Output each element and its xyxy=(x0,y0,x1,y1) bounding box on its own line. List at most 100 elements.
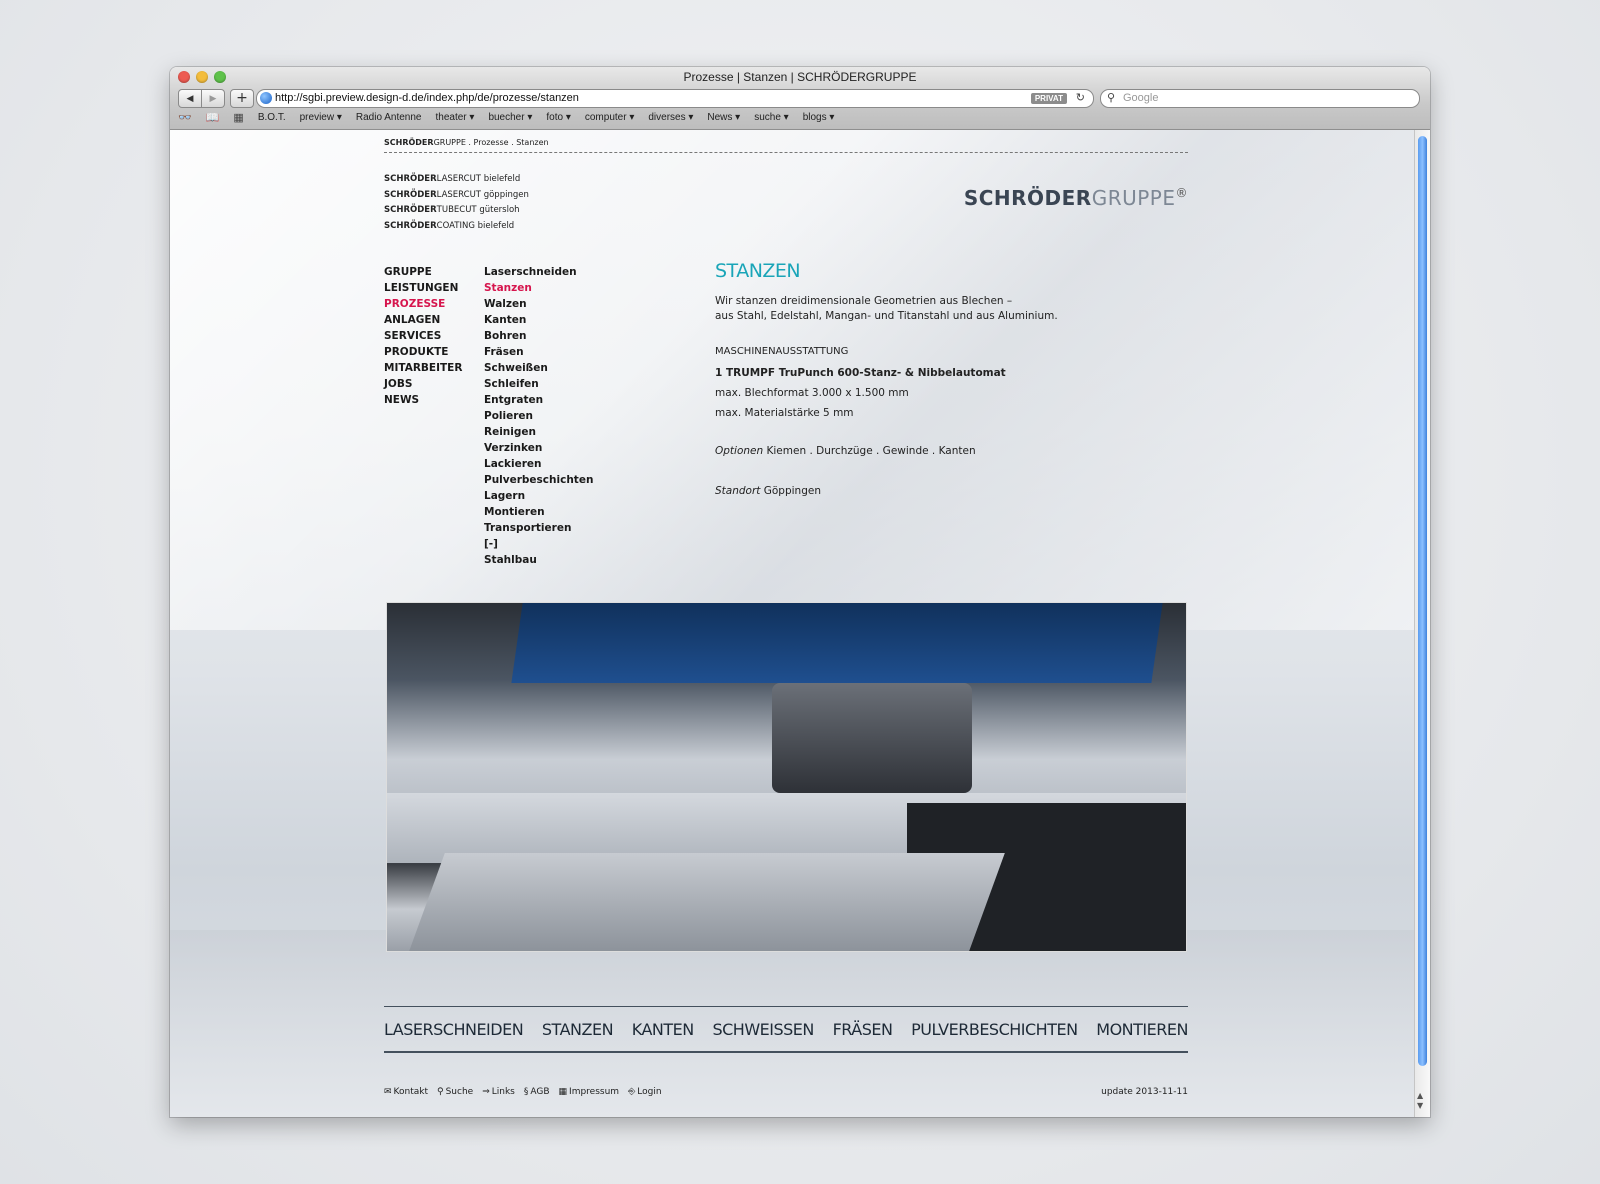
tab-montieren[interactable]: MONTIEREN xyxy=(1096,1020,1188,1039)
site-division: LASERCUT xyxy=(436,174,481,184)
logo-registered-mark: ® xyxy=(1175,186,1188,200)
footer-link-links[interactable]: ⇒ Links xyxy=(482,1087,515,1097)
site-link[interactable]: SCHRÖDERLASERCUT bielefeld xyxy=(384,172,529,188)
subnav-item-fraesen[interactable]: Fräsen xyxy=(484,344,593,360)
site-brand: SCHRÖDER xyxy=(384,205,437,215)
location-value: Göppingen xyxy=(760,485,821,497)
bookmark-item[interactable]: preview ▾ xyxy=(300,112,342,123)
tab-laserschneiden[interactable]: LASERSCHNEIDEN xyxy=(384,1020,524,1039)
footer-link-label: AGB xyxy=(530,1087,550,1097)
search-icon: ⚲ xyxy=(437,1087,444,1097)
subnav-item-lagern[interactable]: Lagern xyxy=(484,488,593,504)
nav-item-services[interactable]: SERVICES xyxy=(384,328,462,344)
tab-pulverbeschichten[interactable]: PULVERBESCHICHTEN xyxy=(911,1020,1078,1039)
top-sites-grid-icon[interactable]: ▦ xyxy=(233,111,243,124)
back-button[interactable]: ◀ xyxy=(178,89,202,108)
subnav-item-kanten[interactable]: Kanten xyxy=(484,312,593,328)
footer-link-label: Kontakt xyxy=(393,1087,428,1097)
bookmark-item[interactable]: blogs ▾ xyxy=(803,112,835,123)
bookmark-item[interactable]: computer ▾ xyxy=(585,112,634,123)
tab-stanzen[interactable]: STANZEN xyxy=(542,1020,614,1039)
footer-link-suche[interactable]: ⚲ Suche xyxy=(437,1087,473,1097)
login-icon: ⎆ xyxy=(628,1087,636,1097)
tab-kanten[interactable]: KANTEN xyxy=(632,1020,694,1039)
nav-item-jobs[interactable]: JOBS xyxy=(384,376,462,392)
subnav-item-walzen[interactable]: Walzen xyxy=(484,296,593,312)
search-field[interactable]: ⚲ Google xyxy=(1100,89,1420,108)
bookmarks-book-icon[interactable]: 📖 xyxy=(206,111,220,124)
site-city: bielefeld xyxy=(474,220,515,231)
photo-punch-head xyxy=(772,683,972,793)
address-bar[interactable]: http://sgbi.preview.design-d.de/index.ph… xyxy=(256,89,1094,108)
subnav-item-stahlbau[interactable]: Stahlbau xyxy=(484,552,593,568)
subnav-item-lackieren[interactable]: Lackieren xyxy=(484,456,593,472)
bookmark-item[interactable]: foto ▾ xyxy=(546,112,570,123)
equipment-heading: MASCHINENAUSSTATTUNG xyxy=(715,346,849,357)
footer-link-agb[interactable]: § AGB xyxy=(524,1087,550,1097)
footer-link-label: Login xyxy=(637,1087,662,1097)
scroll-arrows-icon[interactable]: ▲ ▼ xyxy=(1417,1091,1423,1111)
site-link[interactable]: SCHRÖDERLASERCUT göppingen xyxy=(384,188,529,204)
subnav-item-montieren[interactable]: Montieren xyxy=(484,504,593,520)
subnav-item-schweissen[interactable]: Schweißen xyxy=(484,360,593,376)
url-text[interactable]: http://sgbi.preview.design-d.de/index.ph… xyxy=(275,90,579,107)
bookmark-item[interactable]: buecher ▾ xyxy=(488,112,532,123)
subnav-item-verzinken[interactable]: Verzinken xyxy=(484,440,593,456)
equipment-list: 1 TRUMPF TruPunch 600-Stanz- & Nibbelaut… xyxy=(715,363,1175,423)
bookmark-item[interactable]: diverses ▾ xyxy=(648,112,693,123)
tab-schweissen[interactable]: SCHWEISSEN xyxy=(712,1020,814,1039)
private-badge: PRIVAT xyxy=(1030,93,1067,104)
nav-item-gruppe[interactable]: GRUPPE xyxy=(384,264,462,280)
subnav-collapse-toggle[interactable]: [-] xyxy=(484,536,593,552)
subnav-item-bohren[interactable]: Bohren xyxy=(484,328,593,344)
location-line: Standort Göppingen xyxy=(715,485,1175,497)
browser-window: Prozesse | Stanzen | SCHRÖDERGRUPPE ◀ ▶ … xyxy=(170,67,1430,1117)
brand-logo[interactable]: SCHRÖDERGRUPPE® xyxy=(964,186,1188,210)
subnav-item-schleifen[interactable]: Schleifen xyxy=(484,376,593,392)
nav-item-anlagen[interactable]: ANLAGEN xyxy=(384,312,462,328)
scrollbar-thumb[interactable] xyxy=(1418,136,1427,1066)
bookmark-item[interactable]: News ▾ xyxy=(707,112,740,123)
reload-icon[interactable]: ↻ xyxy=(1076,90,1085,107)
equipment-thickness: max. Materialstärke 5 mm xyxy=(715,407,854,419)
footer-link-impressum[interactable]: ▦ Impressum xyxy=(559,1087,620,1097)
footer-link-label: Suche xyxy=(445,1087,474,1097)
subnav-item-polieren[interactable]: Polieren xyxy=(484,408,593,424)
nav-item-prozesse[interactable]: PROZESSE xyxy=(384,296,462,312)
intro-text: Wir stanzen dreidimensionale Geometrien … xyxy=(715,294,1175,324)
equipment-format: max. Blechformat 3.000 x 1.500 mm xyxy=(715,387,909,399)
bookmark-item[interactable]: theater ▾ xyxy=(436,112,475,123)
add-bookmark-button[interactable]: + xyxy=(230,89,254,108)
globe-icon xyxy=(260,92,272,104)
vertical-scrollbar[interactable]: ▲ ▼ xyxy=(1414,130,1430,1117)
nav-item-mitarbeiter[interactable]: MITARBEITER xyxy=(384,360,462,376)
page-container: SCHRÖDERGRUPPE . Prozesse . Stanzen SCHR… xyxy=(384,130,1188,1117)
bookmark-item[interactable]: Radio Antenne xyxy=(356,112,422,123)
nav-item-leistungen[interactable]: LEISTUNGEN xyxy=(384,280,462,296)
bookmark-item[interactable]: B.O.T. xyxy=(258,112,286,123)
nav-item-news[interactable]: NEWS xyxy=(384,392,462,408)
site-link[interactable]: SCHRÖDERTUBECUT gütersloh xyxy=(384,203,529,219)
subnav-item-stanzen[interactable]: Stanzen xyxy=(484,280,593,296)
site-link[interactable]: SCHRÖDERCOATING bielefeld xyxy=(384,219,529,235)
subnav-item-transportieren[interactable]: Transportieren xyxy=(484,520,593,536)
subnav-item-entgraten[interactable]: Entgraten xyxy=(484,392,593,408)
nav-item-produkte[interactable]: PRODUKTE xyxy=(384,344,462,360)
reading-list-icon[interactable]: 👓 xyxy=(178,111,192,124)
footer-links: ✉ Kontakt ⚲ Suche ⇒ Links § AGB ▦ Impressum ⎆… xyxy=(384,1087,662,1097)
breadcrumb-path[interactable]: . Prozesse . Stanzen xyxy=(466,138,548,147)
footer-link-login[interactable]: ⎆ Login xyxy=(628,1087,661,1097)
subnav-item-reinigen[interactable]: Reinigen xyxy=(484,424,593,440)
options-line: Optionen Kiemen . Durchzüge . Gewinde . … xyxy=(715,445,1175,457)
photo-perforated-plate xyxy=(409,853,1005,951)
footer-link-kontakt[interactable]: ✉ Kontakt xyxy=(384,1087,428,1097)
forward-button[interactable]: ▶ xyxy=(202,89,225,108)
bookmark-item[interactable]: suche ▾ xyxy=(754,112,788,123)
subnav-item-laserschneiden[interactable]: Laserschneiden xyxy=(484,264,593,280)
tab-fraesen[interactable]: FRÄSEN xyxy=(833,1020,893,1039)
breadcrumb-brand-bold[interactable]: SCHRÖDER xyxy=(384,138,434,147)
options-label: Optionen xyxy=(715,445,764,457)
search-placeholder: Google xyxy=(1123,92,1159,104)
breadcrumb-brand-rest[interactable]: GRUPPE xyxy=(434,138,466,147)
subnav-item-pulverbeschichten[interactable]: Pulverbeschichten xyxy=(484,472,593,488)
